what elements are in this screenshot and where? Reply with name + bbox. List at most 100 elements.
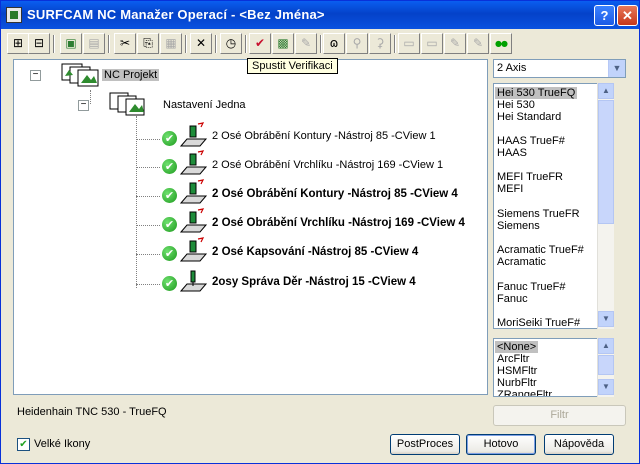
milling-operation-icon [179, 150, 208, 175]
tool-e-icon[interactable]: ⚲ [346, 33, 368, 54]
drill-operation-icon [179, 270, 208, 292]
tool-h-icon[interactable]: ✎ [467, 33, 489, 54]
tree-connector [136, 116, 137, 288]
verified-check-icon: ✔ [162, 217, 177, 232]
paste-icon[interactable]: ▦ [160, 33, 182, 54]
app-icon [6, 7, 22, 23]
postprocessor-list[interactable]: Hei 530 TrueFQ Hei 530 Hei Standard HAAS… [493, 83, 614, 329]
help-title-button[interactable]: ? [594, 5, 615, 26]
title-bar[interactable]: SURFCAM NC Manažer Operací - <Bez Jména>… [1, 1, 639, 29]
close-button[interactable]: ✕ [617, 5, 638, 26]
window-title: SURFCAM NC Manažer Operací - <Bez Jména> [27, 7, 325, 22]
postprocessor-scrollbar[interactable]: ▲ ▼ [597, 83, 614, 329]
green-dots-icon[interactable]: ●● [490, 33, 512, 54]
operation-a-icon[interactable]: ▣ [60, 33, 82, 54]
list-item[interactable]: HAAS TrueF# [497, 135, 565, 147]
verified-check-icon: ✔ [162, 188, 177, 203]
toolbar-separator [245, 35, 247, 53]
axis-select[interactable]: 2 Axis ▼ [493, 59, 626, 78]
toolbar-separator [108, 35, 110, 53]
filter-list[interactable]: <None> ArcFltr HSMFltr NurbFltr ZRangeFl… [493, 338, 614, 397]
tree-connector [136, 284, 160, 285]
milling-operation-icon [179, 122, 208, 147]
list-item[interactable]: Hei 530 [497, 99, 535, 111]
list-item[interactable]: Acramatic TrueF# [497, 244, 584, 256]
scroll-down-icon[interactable]: ▼ [598, 311, 614, 327]
list-item[interactable]: Acramatic [497, 256, 546, 268]
toolbar: ⊞ ⊟ ▣ ▤ ✂ ⎘ ▦ ✕ ◷ ✔ ▩ ✎ ɷ ⚲ ⚳ ▭ ▭ ✎ ✎ ●● [7, 33, 517, 55]
tool-g-icon[interactable]: ✎ [444, 33, 466, 54]
filter-scrollbar[interactable]: ▲ ▼ [597, 338, 614, 397]
delete-icon[interactable]: ✕ [190, 33, 212, 54]
clock-icon[interactable]: ◷ [220, 33, 242, 54]
toolbar-separator [394, 35, 396, 53]
help-button[interactable]: Nápověda [544, 434, 614, 455]
list-item[interactable]: MEFI TrueFR [497, 171, 563, 183]
operation-label[interactable]: 2 Osé Obrábění Vrchlíku -Nástroj 169 -CV… [212, 217, 465, 229]
large-icons-label: Velké Ikony [34, 438, 91, 450]
list-item[interactable]: HAAS [497, 147, 527, 159]
collapse-root-button[interactable]: − [30, 70, 41, 81]
operation-label[interactable]: 2 Osé Obrábění Kontury -Nástroj 85 -CVie… [212, 130, 436, 142]
scroll-up-icon[interactable]: ▲ [598, 338, 614, 354]
scroll-down-icon[interactable]: ▼ [598, 379, 614, 395]
verified-check-icon: ✔ [162, 276, 177, 291]
large-icons-checkbox[interactable]: ✔ [17, 438, 30, 451]
list-item[interactable]: ZRangeFltr [497, 389, 552, 396]
verified-check-icon: ✔ [162, 131, 177, 146]
milling-operation-icon [179, 208, 208, 233]
tree-connector [136, 139, 160, 140]
document-icon[interactable]: ▭ [398, 33, 420, 54]
list-item[interactable]: Hei 530 TrueFQ [495, 87, 578, 99]
collapse-all-icon[interactable]: ⊟ [28, 33, 50, 54]
chevron-down-icon[interactable]: ▼ [608, 60, 625, 77]
collapse-setup-button[interactable]: − [78, 100, 89, 111]
verified-check-icon: ✔ [162, 246, 177, 261]
expand-all-icon[interactable]: ⊞ [7, 33, 29, 54]
setup-icon [109, 92, 145, 116]
tree-connector [136, 167, 160, 168]
list-item[interactable]: Fanuc TrueF# [497, 281, 565, 293]
operation-label[interactable]: 2 Osé Kapsování -Nástroj 85 -CView 4 [212, 246, 418, 258]
tool-f-icon[interactable]: ⚳ [369, 33, 391, 54]
list-item[interactable]: <None> [495, 341, 539, 353]
list-item[interactable]: ArcFltr [497, 353, 529, 365]
list-item[interactable]: MoriSeiki TrueF# [497, 317, 580, 328]
filter-button[interactable]: Filtr [493, 405, 626, 426]
scroll-thumb[interactable] [598, 100, 614, 224]
cut-icon[interactable]: ✂ [114, 33, 136, 54]
list-item[interactable]: MEFI [497, 183, 523, 195]
edit-document-icon[interactable]: ▭ [421, 33, 443, 54]
list-item[interactable]: HSMFltr [497, 365, 537, 377]
milling-operation-icon [179, 179, 208, 204]
tree-setup-label[interactable]: Nastavení Jedna [163, 99, 246, 111]
list-item[interactable]: NurbFltr [497, 377, 537, 389]
list-item[interactable]: Hei Standard [497, 111, 561, 123]
pencil-icon[interactable]: ✎ [295, 33, 317, 54]
glasses-icon[interactable]: ɷ [323, 33, 345, 54]
verify-icon[interactable]: ✔ [249, 33, 271, 54]
scroll-thumb[interactable] [598, 355, 614, 375]
operation-b-icon[interactable]: ▤ [83, 33, 105, 54]
postproces-button[interactable]: PostProces [390, 434, 460, 455]
tree-root-label[interactable]: NC Projekt [102, 69, 160, 81]
verified-check-icon: ✔ [162, 159, 177, 174]
tree-connector [136, 254, 160, 255]
operation-label[interactable]: 2osy Správa Děr -Nástroj 15 -CView 4 [212, 276, 416, 288]
operations-tree[interactable]: − NC Projekt − Nastavení Jedna ✔ 2 Osé O… [13, 59, 488, 395]
selected-postprocessor-status: Heidenhain TNC 530 - TrueFQ [17, 406, 167, 418]
pocket-operation-icon [179, 237, 208, 262]
list-item[interactable]: Siemens TrueFR [497, 208, 580, 220]
verify-tooltip: Spustit Verifikaci [247, 58, 338, 74]
scroll-up-icon[interactable]: ▲ [598, 83, 614, 99]
nc-manager-window: SURFCAM NC Manažer Operací - <Bez Jména>… [0, 0, 640, 464]
operation-c-icon[interactable]: ▩ [272, 33, 294, 54]
nc-project-icon [61, 63, 99, 87]
tree-connector [136, 196, 160, 197]
copy-icon[interactable]: ⎘ [137, 33, 159, 54]
list-item[interactable]: Fanuc [497, 293, 528, 305]
done-button[interactable]: Hotovo [466, 434, 536, 455]
operation-label[interactable]: 2 Osé Obrábění Vrchlíku -Nástroj 169 -CV… [212, 159, 443, 171]
list-item[interactable]: Siemens [497, 220, 540, 232]
operation-label[interactable]: 2 Osé Obrábění Kontury -Nástroj 85 -CVie… [212, 188, 458, 200]
